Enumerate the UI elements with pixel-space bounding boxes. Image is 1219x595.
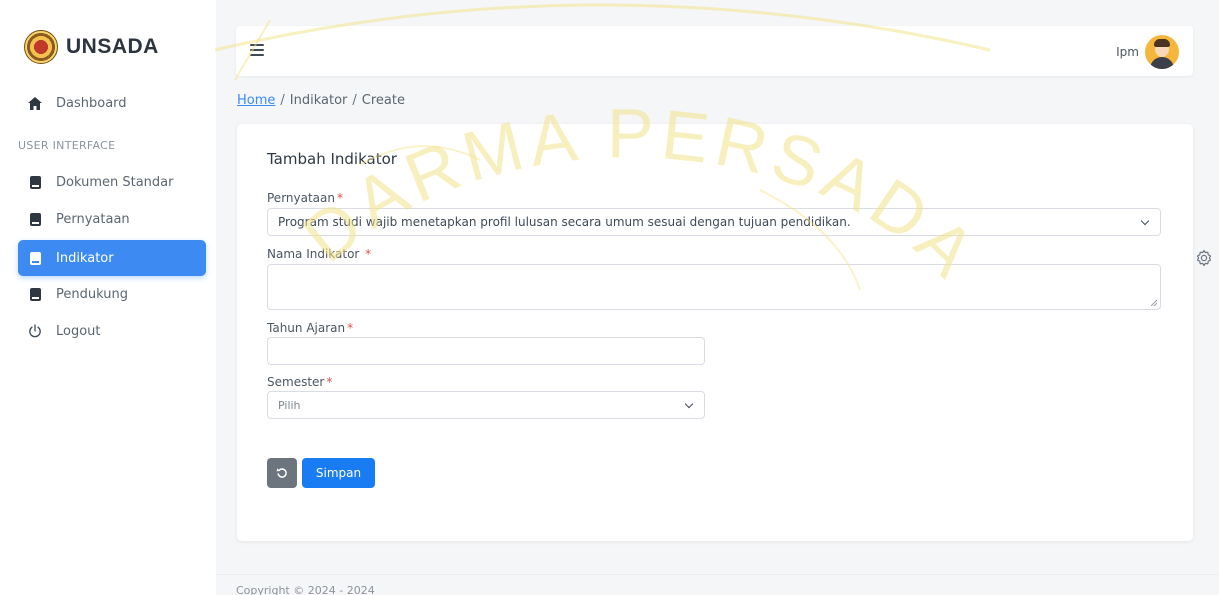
- tahun-ajaran-input[interactable]: [267, 337, 705, 365]
- required-mark: *: [337, 191, 343, 205]
- sidebar-item-dashboard[interactable]: Dashboard: [18, 85, 206, 121]
- menu-toggle-icon[interactable]: [250, 44, 264, 56]
- breadcrumb-separator: /: [352, 93, 357, 108]
- main-content: Ipm Home / Indikator / Create Tambah Indikat…: [216, 0, 1219, 595]
- sidebar-item-label: Indikator: [56, 250, 114, 266]
- user-name: Ipm: [1116, 45, 1139, 59]
- form-card: Tambah Indikator Pernyataan * Program stu…: [237, 124, 1193, 541]
- semester-label: Semester *: [267, 375, 333, 389]
- book-icon: [28, 175, 42, 189]
- sidebar-item-label: Dashboard: [56, 95, 127, 111]
- settings-gear-icon[interactable]: [1195, 249, 1213, 267]
- breadcrumb-separator: /: [280, 93, 285, 108]
- book-icon: [28, 251, 42, 265]
- chevron-down-icon: [1140, 216, 1150, 226]
- sidebar-item-label: Pendukung: [56, 286, 128, 302]
- university-logo: [24, 30, 58, 64]
- sidebar-item-indikator[interactable]: Indikator: [18, 240, 206, 276]
- resize-handle-icon[interactable]: [1151, 300, 1157, 306]
- breadcrumb: Home / Indikator / Create: [237, 93, 405, 108]
- breadcrumb-home-link[interactable]: Home: [237, 93, 275, 108]
- sidebar-item-dokumen-standar[interactable]: Dokumen Standar: [18, 164, 206, 200]
- sidebar-item-logout[interactable]: Logout: [18, 313, 206, 349]
- sidebar-item-pernyataan[interactable]: Pernyataan: [18, 201, 206, 237]
- book-icon: [28, 287, 42, 301]
- home-icon: [28, 96, 42, 110]
- form-title: Tambah Indikator: [267, 150, 397, 168]
- reset-button[interactable]: [267, 458, 297, 488]
- brand-name: UNSADA: [66, 35, 159, 58]
- sidebar-item-label: Pernyataan: [56, 211, 130, 227]
- breadcrumb-section: Indikator: [289, 93, 348, 108]
- sidebar-item-pendukung[interactable]: Pendukung: [18, 276, 206, 312]
- user-menu[interactable]: Ipm: [1116, 35, 1179, 69]
- sidebar-item-label: Dokumen Standar: [56, 174, 174, 190]
- brand[interactable]: UNSADA: [24, 30, 159, 64]
- tahun-ajaran-label: Tahun Ajaran *: [267, 321, 354, 335]
- required-mark: *: [347, 321, 354, 335]
- power-icon: [28, 324, 42, 338]
- sidebar-section-label: USER INTERFACE: [18, 139, 116, 152]
- pernyataan-select[interactable]: Program studi wajib menetapkan profil lu…: [267, 208, 1161, 236]
- sidebar-item-label: Logout: [56, 323, 101, 339]
- breadcrumb-current: Create: [361, 93, 405, 108]
- semester-select[interactable]: Pilih: [267, 391, 705, 419]
- semester-selected-value: Pilih: [278, 398, 301, 412]
- footer-copyright: Copyright © 2024 - 2024: [236, 584, 375, 595]
- undo-icon: [276, 468, 287, 478]
- avatar: [1145, 35, 1179, 69]
- nama-indikator-textarea[interactable]: [267, 264, 1161, 310]
- footer-divider: [216, 574, 1219, 575]
- book-icon: [28, 212, 42, 226]
- nama-indikator-label: Nama Indikator *: [267, 247, 372, 261]
- required-mark: *: [326, 375, 333, 389]
- save-button[interactable]: Simpan: [302, 458, 375, 488]
- top-navbar: Ipm: [236, 26, 1193, 76]
- pernyataan-selected-value: Program studi wajib menetapkan profil lu…: [278, 215, 851, 229]
- chevron-down-icon: [684, 399, 694, 409]
- required-mark: *: [365, 247, 372, 261]
- sidebar: UNSADA Dashboard USER INTERFACE Dokumen …: [0, 0, 216, 595]
- pernyataan-label: Pernyataan *: [267, 191, 343, 205]
